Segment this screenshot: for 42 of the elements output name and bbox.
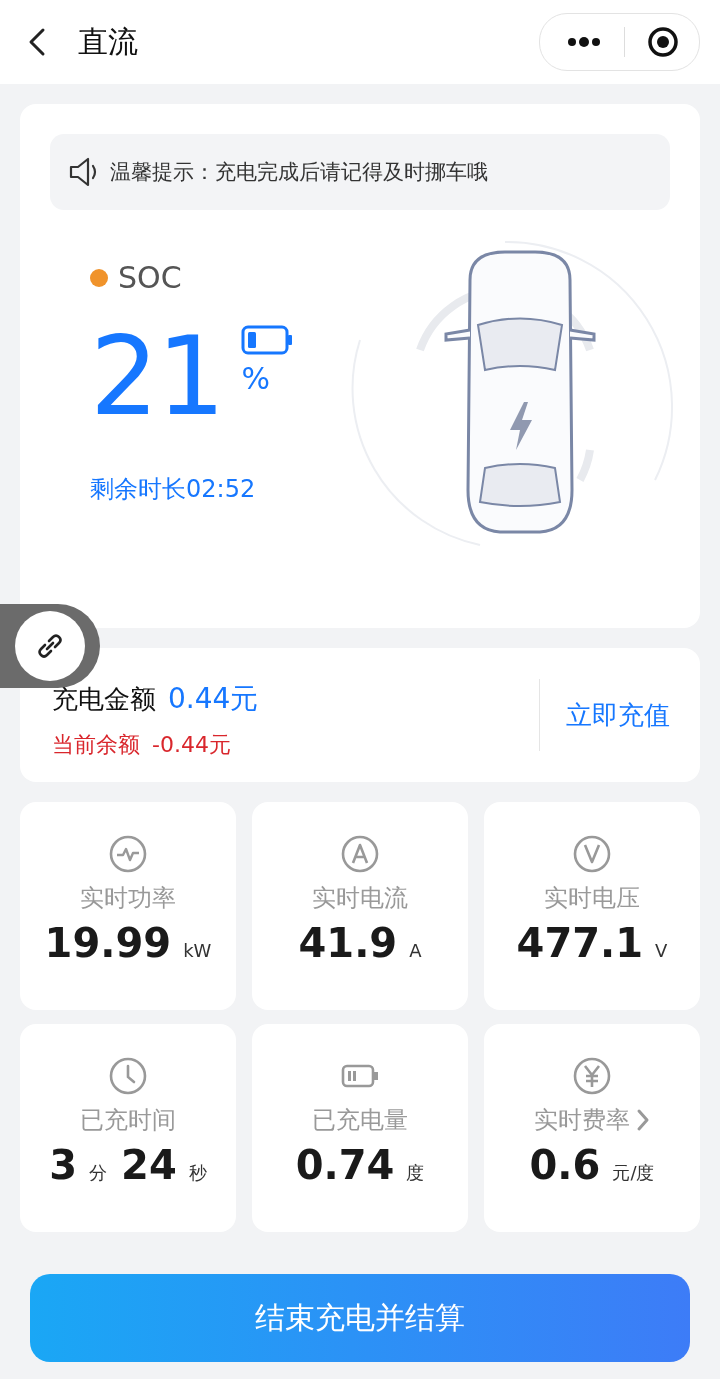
stat-unit: V bbox=[655, 940, 668, 961]
stat-unit: 分 bbox=[89, 1161, 108, 1185]
ampere-icon bbox=[340, 834, 380, 874]
recharge-link[interactable]: 立即充值 bbox=[566, 697, 670, 733]
stat-value: 24 bbox=[121, 1142, 177, 1188]
stat-label: 已充时间 bbox=[80, 1105, 176, 1136]
clock-icon bbox=[108, 1056, 148, 1096]
page-title: 直流 bbox=[78, 22, 139, 61]
stat-value: 41.9 bbox=[298, 920, 398, 966]
stat-unit: kW bbox=[183, 940, 212, 961]
link-icon[interactable] bbox=[15, 611, 85, 681]
notice-text: 温馨提示：充电完成后请记得及时挪车哦 bbox=[110, 159, 488, 186]
end-charging-button[interactable]: 结束充电并结算 bbox=[30, 1274, 690, 1362]
stat-unit: 度 bbox=[406, 1161, 425, 1185]
amount-value: 0.44元 bbox=[168, 681, 259, 717]
stat-label: 实时电流 bbox=[312, 883, 408, 914]
remaining-time: 剩余时长02:52 bbox=[90, 474, 257, 505]
amount-label: 充电金额 bbox=[52, 683, 156, 716]
yen-icon bbox=[572, 1056, 612, 1096]
close-icon[interactable] bbox=[647, 26, 679, 58]
stat-label: 实时费率 bbox=[534, 1105, 630, 1136]
stat-value: 0.74 bbox=[295, 1142, 395, 1188]
stat-value: 477.1 bbox=[516, 920, 644, 966]
stat-value: 3 bbox=[49, 1142, 78, 1188]
stat-unit: A bbox=[409, 940, 422, 961]
stat-unit: 秒 bbox=[188, 1161, 207, 1185]
stat-label: 实时功率 bbox=[80, 883, 176, 914]
soc-label: SOC bbox=[118, 260, 182, 295]
balance-label: 当前余额 bbox=[52, 731, 140, 759]
percent-sign: % bbox=[241, 361, 270, 396]
volt-icon bbox=[572, 834, 612, 874]
battery-icon bbox=[241, 325, 294, 355]
more-icon[interactable] bbox=[566, 37, 602, 47]
stat-value: 19.99 bbox=[44, 920, 172, 966]
soc-value: 21 bbox=[90, 323, 224, 431]
stat-value: 0.6 bbox=[529, 1142, 601, 1188]
chevron-icon[interactable] bbox=[636, 1108, 650, 1132]
pulse-icon bbox=[108, 834, 148, 874]
stat-label: 已充电量 bbox=[312, 1105, 408, 1136]
stat-label: 实时电压 bbox=[544, 883, 640, 914]
stat-unit: 元/度 bbox=[612, 1161, 655, 1185]
balance-value: -0.44元 bbox=[152, 731, 231, 759]
